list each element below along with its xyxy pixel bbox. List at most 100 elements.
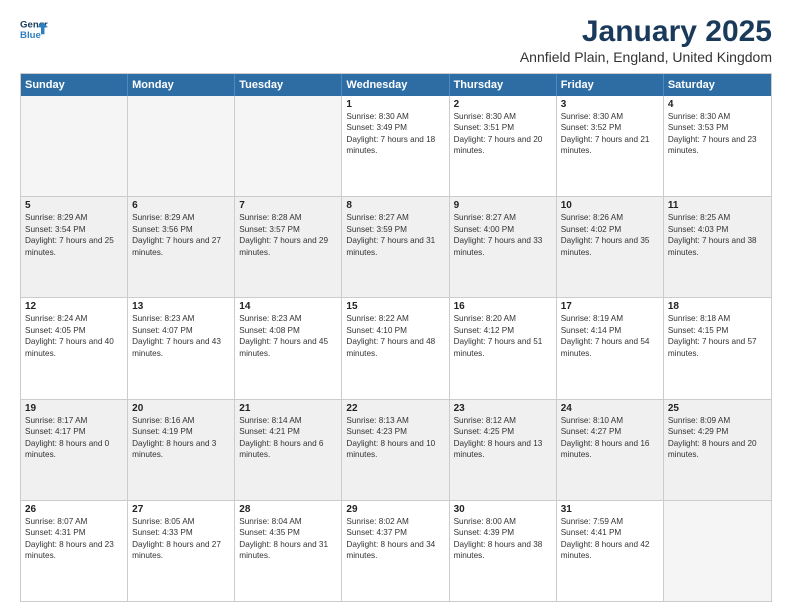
day-cell: 25Sunrise: 8:09 AMSunset: 4:29 PMDayligh… (664, 400, 771, 500)
day-cell: 22Sunrise: 8:13 AMSunset: 4:23 PMDayligh… (342, 400, 449, 500)
day-number: 8 (346, 200, 444, 211)
day-info: Sunrise: 8:17 AMSunset: 4:17 PMDaylight:… (25, 415, 123, 461)
day-info: Sunrise: 8:19 AMSunset: 4:14 PMDaylight:… (561, 313, 659, 359)
day-info: Sunrise: 8:30 AMSunset: 3:53 PMDaylight:… (668, 111, 767, 157)
day-cell (235, 96, 342, 196)
day-info: Sunrise: 8:29 AMSunset: 3:54 PMDaylight:… (25, 212, 123, 258)
day-cell: 6Sunrise: 8:29 AMSunset: 3:56 PMDaylight… (128, 197, 235, 297)
day-info: Sunrise: 8:02 AMSunset: 4:37 PMDaylight:… (346, 516, 444, 562)
day-cell: 29Sunrise: 8:02 AMSunset: 4:37 PMDayligh… (342, 501, 449, 601)
day-info: Sunrise: 8:27 AMSunset: 4:00 PMDaylight:… (454, 212, 552, 258)
day-number: 7 (239, 200, 337, 211)
day-info: Sunrise: 8:16 AMSunset: 4:19 PMDaylight:… (132, 415, 230, 461)
day-number: 5 (25, 200, 123, 211)
day-headers: Sunday Monday Tuesday Wednesday Thursday… (21, 74, 771, 96)
logo-icon: General Blue (20, 15, 48, 43)
day-cell: 4Sunrise: 8:30 AMSunset: 3:53 PMDaylight… (664, 96, 771, 196)
day-cell: 19Sunrise: 8:17 AMSunset: 4:17 PMDayligh… (21, 400, 128, 500)
day-info: Sunrise: 8:24 AMSunset: 4:05 PMDaylight:… (25, 313, 123, 359)
day-cell: 13Sunrise: 8:23 AMSunset: 4:07 PMDayligh… (128, 298, 235, 398)
day-number: 18 (668, 301, 767, 312)
week-row-5: 26Sunrise: 8:07 AMSunset: 4:31 PMDayligh… (21, 500, 771, 601)
day-cell: 16Sunrise: 8:20 AMSunset: 4:12 PMDayligh… (450, 298, 557, 398)
day-number: 6 (132, 200, 230, 211)
day-number: 25 (668, 403, 767, 414)
day-cell: 7Sunrise: 8:28 AMSunset: 3:57 PMDaylight… (235, 197, 342, 297)
page: General Blue January 2025 Annfield Plain… (0, 0, 792, 612)
day-number: 26 (25, 504, 123, 515)
header: General Blue January 2025 Annfield Plain… (20, 15, 772, 65)
day-cell: 20Sunrise: 8:16 AMSunset: 4:19 PMDayligh… (128, 400, 235, 500)
day-number: 17 (561, 301, 659, 312)
day-number: 1 (346, 99, 444, 110)
week-row-2: 5Sunrise: 8:29 AMSunset: 3:54 PMDaylight… (21, 196, 771, 297)
logo: General Blue (20, 15, 48, 43)
day-number: 31 (561, 504, 659, 515)
day-number: 12 (25, 301, 123, 312)
day-info: Sunrise: 8:05 AMSunset: 4:33 PMDaylight:… (132, 516, 230, 562)
day-info: Sunrise: 8:23 AMSunset: 4:08 PMDaylight:… (239, 313, 337, 359)
day-number: 14 (239, 301, 337, 312)
day-cell: 23Sunrise: 8:12 AMSunset: 4:25 PMDayligh… (450, 400, 557, 500)
week-row-1: 1Sunrise: 8:30 AMSunset: 3:49 PMDaylight… (21, 96, 771, 196)
day-number: 30 (454, 504, 552, 515)
day-cell: 21Sunrise: 8:14 AMSunset: 4:21 PMDayligh… (235, 400, 342, 500)
day-info: Sunrise: 8:14 AMSunset: 4:21 PMDaylight:… (239, 415, 337, 461)
month-title: January 2025 (520, 15, 772, 49)
day-cell: 24Sunrise: 8:10 AMSunset: 4:27 PMDayligh… (557, 400, 664, 500)
day-info: Sunrise: 8:20 AMSunset: 4:12 PMDaylight:… (454, 313, 552, 359)
day-info: Sunrise: 8:10 AMSunset: 4:27 PMDaylight:… (561, 415, 659, 461)
header-wednesday: Wednesday (342, 74, 449, 96)
day-info: Sunrise: 8:29 AMSunset: 3:56 PMDaylight:… (132, 212, 230, 258)
day-info: Sunrise: 8:13 AMSunset: 4:23 PMDaylight:… (346, 415, 444, 461)
day-info: Sunrise: 8:09 AMSunset: 4:29 PMDaylight:… (668, 415, 767, 461)
day-number: 29 (346, 504, 444, 515)
day-number: 2 (454, 99, 552, 110)
day-cell: 5Sunrise: 8:29 AMSunset: 3:54 PMDaylight… (21, 197, 128, 297)
day-number: 11 (668, 200, 767, 211)
day-info: Sunrise: 8:22 AMSunset: 4:10 PMDaylight:… (346, 313, 444, 359)
day-cell (664, 501, 771, 601)
day-cell: 2Sunrise: 8:30 AMSunset: 3:51 PMDaylight… (450, 96, 557, 196)
day-cell: 14Sunrise: 8:23 AMSunset: 4:08 PMDayligh… (235, 298, 342, 398)
day-info: Sunrise: 8:25 AMSunset: 4:03 PMDaylight:… (668, 212, 767, 258)
calendar: Sunday Monday Tuesday Wednesday Thursday… (20, 73, 772, 602)
day-info: Sunrise: 8:30 AMSunset: 3:52 PMDaylight:… (561, 111, 659, 157)
day-number: 15 (346, 301, 444, 312)
day-info: Sunrise: 8:28 AMSunset: 3:57 PMDaylight:… (239, 212, 337, 258)
day-cell: 17Sunrise: 8:19 AMSunset: 4:14 PMDayligh… (557, 298, 664, 398)
day-cell: 15Sunrise: 8:22 AMSunset: 4:10 PMDayligh… (342, 298, 449, 398)
location: Annfield Plain, England, United Kingdom (520, 49, 772, 65)
day-info: Sunrise: 8:04 AMSunset: 4:35 PMDaylight:… (239, 516, 337, 562)
svg-text:Blue: Blue (20, 30, 41, 41)
weeks: 1Sunrise: 8:30 AMSunset: 3:49 PMDaylight… (21, 96, 771, 601)
day-info: Sunrise: 8:00 AMSunset: 4:39 PMDaylight:… (454, 516, 552, 562)
day-info: Sunrise: 8:18 AMSunset: 4:15 PMDaylight:… (668, 313, 767, 359)
day-cell: 9Sunrise: 8:27 AMSunset: 4:00 PMDaylight… (450, 197, 557, 297)
day-number: 19 (25, 403, 123, 414)
day-info: Sunrise: 8:27 AMSunset: 3:59 PMDaylight:… (346, 212, 444, 258)
day-cell (128, 96, 235, 196)
day-number: 4 (668, 99, 767, 110)
header-saturday: Saturday (664, 74, 771, 96)
day-info: Sunrise: 8:07 AMSunset: 4:31 PMDaylight:… (25, 516, 123, 562)
day-cell: 28Sunrise: 8:04 AMSunset: 4:35 PMDayligh… (235, 501, 342, 601)
day-info: Sunrise: 7:59 AMSunset: 4:41 PMDaylight:… (561, 516, 659, 562)
header-friday: Friday (557, 74, 664, 96)
day-cell: 18Sunrise: 8:18 AMSunset: 4:15 PMDayligh… (664, 298, 771, 398)
day-info: Sunrise: 8:23 AMSunset: 4:07 PMDaylight:… (132, 313, 230, 359)
day-info: Sunrise: 8:12 AMSunset: 4:25 PMDaylight:… (454, 415, 552, 461)
header-monday: Monday (128, 74, 235, 96)
day-cell: 11Sunrise: 8:25 AMSunset: 4:03 PMDayligh… (664, 197, 771, 297)
day-info: Sunrise: 8:30 AMSunset: 3:49 PMDaylight:… (346, 111, 444, 157)
day-number: 28 (239, 504, 337, 515)
day-number: 22 (346, 403, 444, 414)
day-cell: 8Sunrise: 8:27 AMSunset: 3:59 PMDaylight… (342, 197, 449, 297)
day-number: 23 (454, 403, 552, 414)
day-cell: 26Sunrise: 8:07 AMSunset: 4:31 PMDayligh… (21, 501, 128, 601)
day-number: 24 (561, 403, 659, 414)
day-cell: 3Sunrise: 8:30 AMSunset: 3:52 PMDaylight… (557, 96, 664, 196)
day-number: 10 (561, 200, 659, 211)
day-info: Sunrise: 8:26 AMSunset: 4:02 PMDaylight:… (561, 212, 659, 258)
day-cell: 30Sunrise: 8:00 AMSunset: 4:39 PMDayligh… (450, 501, 557, 601)
